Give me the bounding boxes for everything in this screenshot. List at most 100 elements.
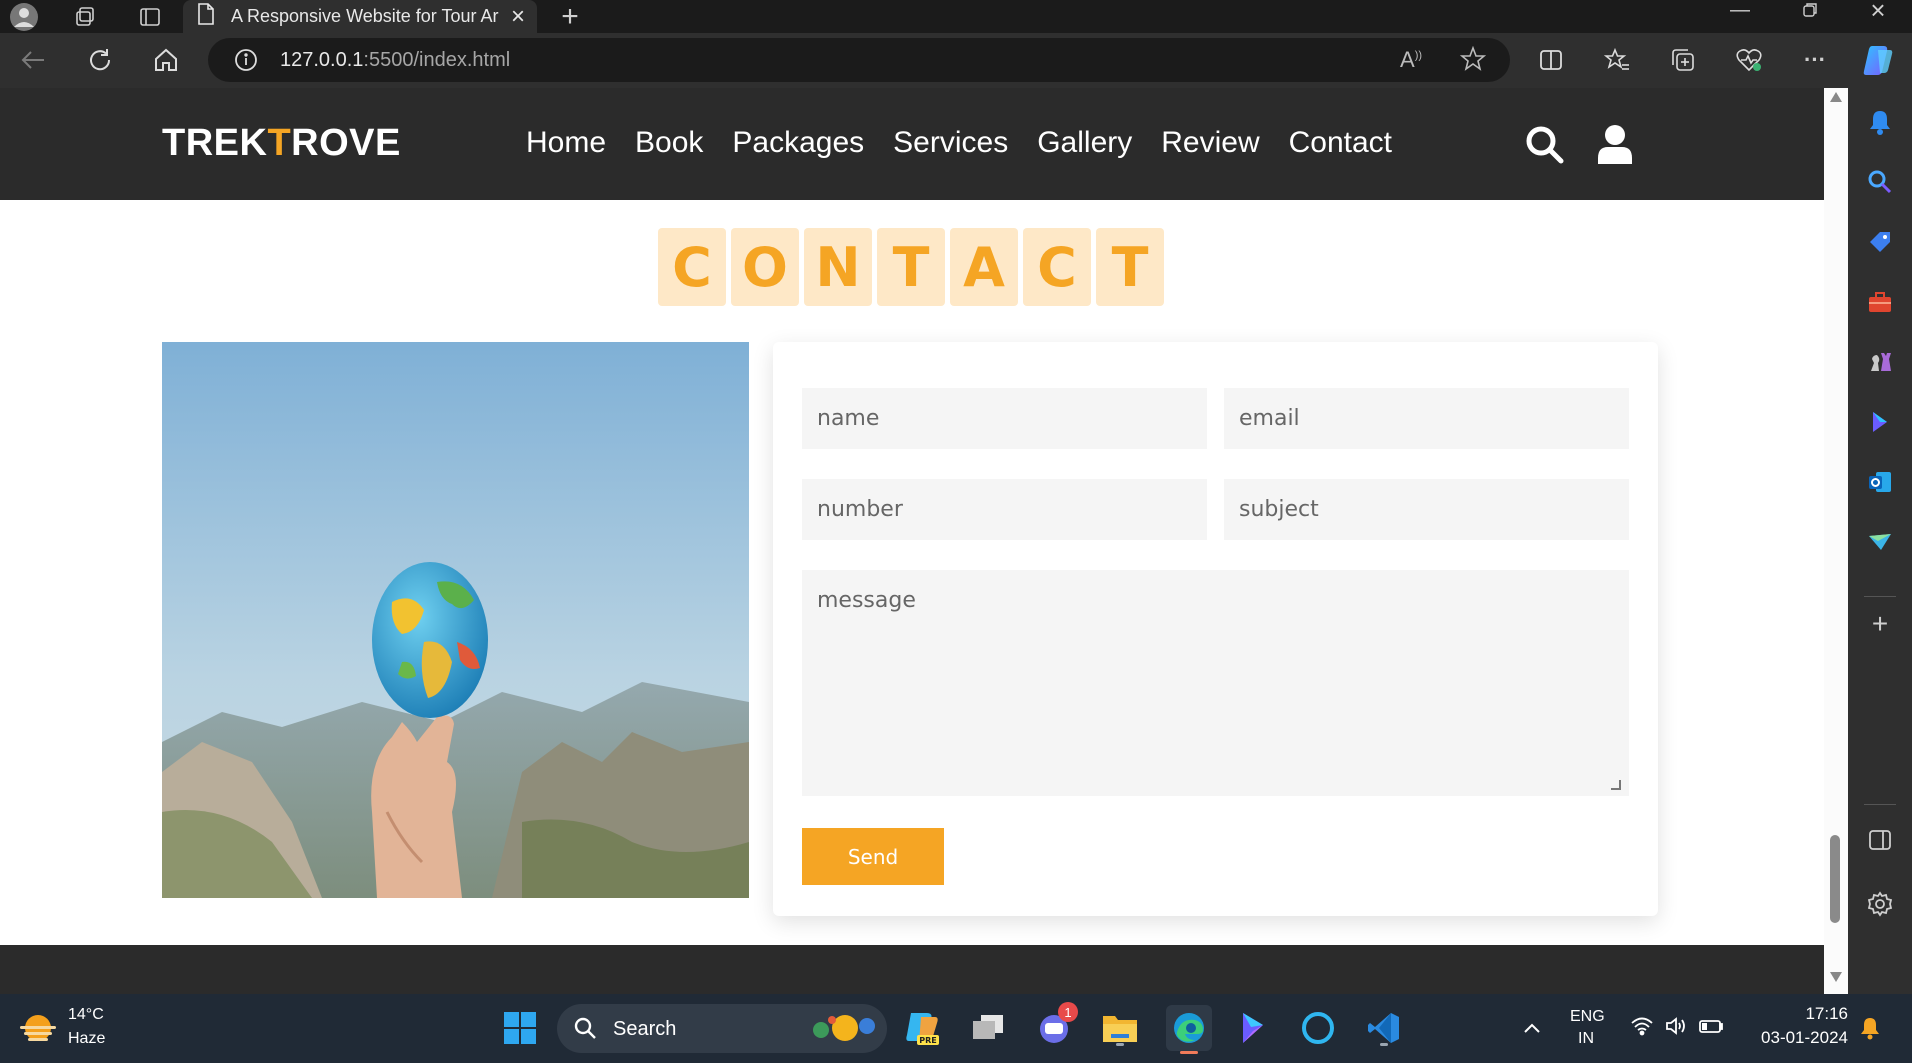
scroll-thumb[interactable] (1830, 835, 1840, 923)
message-placeholder: message (817, 588, 916, 613)
language-indicator[interactable]: ENG IN (1570, 1006, 1610, 1052)
name-input[interactable]: name (802, 388, 1207, 449)
copilot-app-icon[interactable] (1232, 1008, 1272, 1048)
clock[interactable]: 17:16 03-01-2024 (1748, 1002, 1848, 1054)
search-icon[interactable] (1524, 124, 1564, 169)
heading-letter: O (731, 228, 799, 306)
notification-bell-icon[interactable] (1848, 106, 1912, 138)
home-icon[interactable] (149, 43, 183, 77)
drop-send-icon[interactable] (1848, 526, 1912, 558)
read-aloud-icon[interactable]: A)) (1400, 47, 1422, 73)
teams-chat-icon[interactable]: 1 (1034, 1002, 1078, 1048)
workspaces-icon[interactable] (70, 0, 100, 33)
running-indicator (1116, 1043, 1124, 1046)
system-tray-icons[interactable] (1630, 1016, 1724, 1041)
vscode-icon[interactable] (1364, 1008, 1404, 1048)
subject-input[interactable]: subject (1224, 479, 1629, 540)
copilot-sidebar-icon[interactable] (1848, 406, 1912, 438)
new-tab-icon[interactable]: + (555, 0, 585, 33)
tab-active[interactable]: A Responsive Website for Tour Ar × (183, 0, 537, 33)
user-icon[interactable] (1598, 124, 1632, 169)
url-text[interactable]: 127.0.0.1:5500/index.html (280, 49, 510, 72)
logo-accent-letter: T (267, 122, 292, 164)
tab-actions-icon[interactable] (135, 0, 165, 33)
profile-icon[interactable] (6, 0, 42, 33)
task-view-icon[interactable] (968, 1008, 1008, 1048)
close-window-icon[interactable]: × (1858, 0, 1898, 25)
battery-icon (1698, 1016, 1724, 1041)
weather-temp: 14°C (68, 1006, 104, 1023)
favorites-icon[interactable] (1600, 43, 1634, 77)
scroll-down-arrow-icon[interactable] (1830, 972, 1842, 982)
edge-sidebar: + (1848, 88, 1912, 994)
url-host: 127.0.0.1 (280, 48, 364, 71)
favorite-star-icon[interactable] (1459, 45, 1487, 77)
main-nav: Home Book Packages Services Gallery Revi… (526, 126, 1392, 160)
weather-haze-icon (18, 1012, 58, 1053)
email-input[interactable]: email (1224, 388, 1629, 449)
settings-gear-icon[interactable] (1848, 888, 1912, 920)
contact-heading: C O N T A C T (658, 228, 1164, 306)
sidebar-divider (1864, 804, 1896, 805)
show-hidden-icons-chevron-icon[interactable] (1512, 1008, 1552, 1048)
site-footer (0, 945, 1824, 994)
tab-title: A Responsive Website for Tour Ar (231, 6, 499, 26)
browser-essentials-icon[interactable] (1732, 43, 1766, 77)
tools-icon[interactable] (1848, 286, 1912, 318)
nav-book[interactable]: Book (635, 126, 703, 160)
notification-center-bell-icon[interactable] (1850, 1008, 1890, 1048)
taskbar-search-icon (573, 1016, 597, 1045)
hide-sidebar-icon[interactable] (1848, 824, 1912, 856)
refresh-icon[interactable] (83, 43, 117, 77)
windows-start-icon[interactable] (500, 1008, 540, 1048)
more-options-icon[interactable]: ··· (1798, 43, 1832, 77)
close-tab-icon[interactable]: × (511, 3, 525, 31)
copilot-preview-icon[interactable]: PRE (902, 1008, 942, 1048)
nav-gallery[interactable]: Gallery (1037, 126, 1132, 160)
taskbar-search-label: Search (613, 1018, 677, 1040)
nav-services[interactable]: Services (893, 126, 1008, 160)
nav-packages[interactable]: Packages (732, 126, 864, 160)
site-info-icon[interactable] (234, 48, 258, 72)
copilot-icon[interactable] (1858, 40, 1898, 80)
contact-form: name email number subject message Send (773, 342, 1658, 916)
shopping-tag-icon[interactable] (1848, 226, 1912, 258)
scroll-up-arrow-icon[interactable] (1830, 92, 1842, 102)
split-screen-icon[interactable] (1534, 43, 1568, 77)
nav-home[interactable]: Home (526, 126, 606, 160)
heading-letter: T (1096, 228, 1164, 306)
address-bar[interactable]: 127.0.0.1:5500/index.html A)) (208, 38, 1510, 82)
heading-letter: N (804, 228, 872, 306)
taskbar-search[interactable]: Search (557, 1004, 887, 1053)
resize-handle-icon[interactable] (1611, 780, 1621, 790)
back-icon[interactable] (16, 43, 50, 77)
weather-desc: Haze (68, 1030, 106, 1047)
search-sidebar-icon[interactable] (1848, 166, 1912, 198)
message-textarea[interactable]: message (802, 570, 1629, 796)
page-icon (197, 3, 215, 30)
running-indicator (1380, 1043, 1388, 1046)
active-indicator (1180, 1051, 1198, 1054)
collections-icon[interactable] (1666, 43, 1700, 77)
edge-browser-icon[interactable] (1166, 1005, 1212, 1054)
restore-icon[interactable] (1790, 0, 1830, 20)
nav-review[interactable]: Review (1161, 126, 1259, 160)
page-scrollbar[interactable] (1824, 88, 1848, 994)
minimize-icon[interactable]: — (1720, 0, 1760, 21)
games-icon[interactable] (1848, 346, 1912, 378)
browser-toolbar: 127.0.0.1:5500/index.html A)) ··· (0, 33, 1912, 88)
send-button[interactable]: Send (802, 828, 944, 885)
heading-letter: T (877, 228, 945, 306)
file-explorer-icon[interactable] (1100, 1008, 1140, 1048)
cortana-icon[interactable] (1298, 1008, 1338, 1048)
nav-contact[interactable]: Contact (1289, 126, 1392, 160)
site-header: TREKTROVE Home Book Packages Services Ga… (0, 88, 1824, 200)
weather-widget[interactable]: 14°C Haze (18, 1004, 138, 1054)
search-highlight-icon (807, 1010, 877, 1051)
lang-top: ENG (1570, 1008, 1605, 1025)
number-input[interactable]: number (802, 479, 1207, 540)
add-sidebar-app-icon[interactable]: + (1848, 608, 1912, 640)
lang-bottom: IN (1578, 1030, 1594, 1047)
site-logo[interactable]: TREKTROVE (162, 122, 401, 165)
outlook-icon[interactable] (1848, 466, 1912, 498)
